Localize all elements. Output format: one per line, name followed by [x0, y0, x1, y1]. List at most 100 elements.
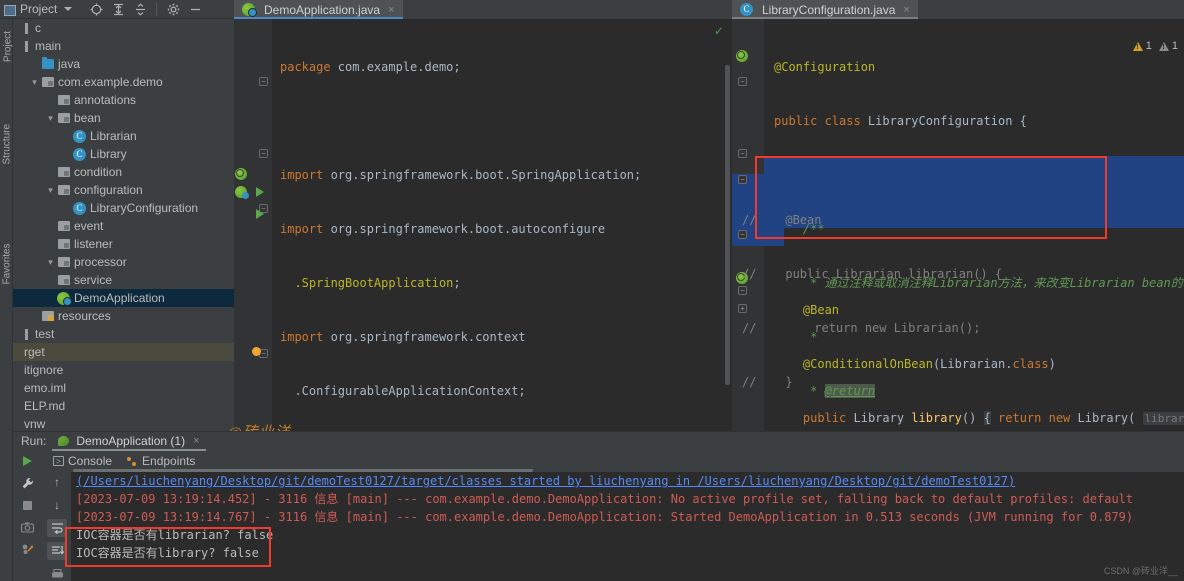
minimize-icon[interactable]: [185, 1, 205, 18]
tree-item-main[interactable]: main: [13, 37, 234, 55]
wrench-icon[interactable]: [18, 475, 36, 491]
tree-item-service[interactable]: service: [13, 271, 234, 289]
tree-item-processor[interactable]: ▾ processor: [13, 253, 234, 271]
tree-item-label: test: [35, 327, 55, 341]
package-icon: [56, 239, 71, 249]
spring-bean-gutter-icon[interactable]: [736, 50, 748, 62]
tree-item-label: Library: [90, 147, 127, 161]
tree-item-com-example-demo[interactable]: ▾ com.example.demo: [13, 73, 234, 91]
package-icon: [56, 95, 71, 105]
spring-bean-gutter-icon[interactable]: [235, 168, 247, 180]
subtab-label: Endpoints: [142, 454, 196, 468]
tree-item-java[interactable]: java: [13, 55, 234, 73]
chevron-expand-icon[interactable]: ▾: [45, 257, 56, 268]
gear-icon[interactable]: [163, 1, 183, 18]
subtab-label: Console: [68, 454, 113, 468]
project-tool-window-button[interactable]: Project: [0, 0, 78, 19]
editor-demoapplication[interactable]: − − − − ✓ package com.example.demo; impo…: [234, 19, 732, 431]
chevron-down-icon[interactable]: [64, 7, 73, 11]
spring-class-icon: [56, 291, 72, 306]
tree-item-rget[interactable]: rget: [13, 343, 234, 361]
console-line: IOC容器是否有library? false: [76, 546, 259, 560]
tree-item-emo-iml[interactable]: emo.iml: [13, 379, 234, 397]
sidebar-tab-structure[interactable]: Structure: [2, 124, 13, 165]
run-config-tab[interactable]: DemoApplication (1) ×: [52, 432, 206, 451]
fold-icon[interactable]: −: [259, 149, 268, 158]
close-icon[interactable]: ×: [903, 4, 909, 16]
endpoints-icon: [126, 456, 138, 467]
tree-item-listener[interactable]: listener: [13, 235, 234, 253]
toolbar-divider: [156, 2, 158, 16]
tree-item-condition[interactable]: condition: [13, 163, 234, 181]
tree-item-annotations[interactable]: annotations: [13, 91, 234, 109]
fold-icon[interactable]: −: [259, 77, 268, 86]
fold-icon[interactable]: −: [738, 77, 747, 86]
editor-tabbar-right: C LibraryConfiguration.java ×: [732, 0, 1184, 19]
fold-icon[interactable]: −: [738, 149, 747, 158]
console-line: (/Users/liuchenyang/Desktop/git/demoTest…: [76, 474, 1016, 488]
run-gutter-icon[interactable]: [256, 209, 264, 219]
tree-item-label: condition: [74, 165, 123, 179]
chevron-expand-icon[interactable]: ▾: [45, 113, 56, 124]
module-bar-icon: [24, 40, 32, 52]
sidebar-tab-project[interactable]: Project: [3, 27, 14, 67]
tree-item-library[interactable]: C Library: [13, 145, 234, 163]
collapse-all-icon[interactable]: [130, 1, 150, 18]
console-output[interactable]: (/Users/liuchenyang/Desktop/git/demoTest…: [71, 472, 1184, 581]
tree-item-label: vnw: [24, 417, 46, 431]
module-bar-icon: [24, 328, 32, 340]
tab-demoapplication-java[interactable]: DemoApplication.java ×: [234, 0, 403, 19]
chevron-expand-icon[interactable]: ▾: [45, 185, 56, 196]
tree-item-label: java: [58, 57, 81, 71]
run-gutter-icon[interactable]: [256, 187, 264, 197]
tree-item-test[interactable]: test: [13, 325, 234, 343]
tab-label: LibraryConfiguration.java: [762, 2, 896, 17]
thread-dump-icon[interactable]: [18, 541, 36, 557]
scroll-down-icon[interactable]: ↓: [47, 496, 67, 514]
run-subtabs: > Console Endpoints: [53, 451, 195, 471]
scroll-to-end-icon[interactable]: [47, 542, 67, 560]
module-bar-icon: [24, 22, 32, 34]
tab-libraryconfiguration-java[interactable]: C LibraryConfiguration.java ×: [732, 0, 918, 19]
close-icon[interactable]: ×: [388, 4, 394, 16]
ide-window: Project Project Structure Favorites c ma…: [0, 0, 1184, 581]
tree-item-label: processor: [74, 255, 127, 269]
code-content-left: package com.example.demo; import org.spr…: [280, 60, 642, 398]
intention-bulb-icon[interactable]: [252, 347, 261, 356]
camera-icon[interactable]: [18, 519, 36, 535]
editor-libraryconfiguration[interactable]: − − − − − + 1 1 @Configuration public cl…: [732, 19, 1184, 431]
chevron-expand-icon[interactable]: ▾: [29, 77, 40, 88]
sidebar-tab-favorites[interactable]: Favorites: [2, 243, 13, 284]
rerun-icon[interactable]: [18, 453, 36, 469]
run-side-toolbar: [13, 451, 41, 581]
spring-bean-db-gutter-icon[interactable]: [235, 186, 249, 199]
tree-item-libraryconfiguration[interactable]: C LibraryConfiguration: [13, 199, 234, 217]
tree-item-librarian[interactable]: C Librarian: [13, 127, 234, 145]
class-icon: C: [72, 201, 87, 215]
tree-item-demoapplication[interactable]: DemoApplication: [13, 289, 234, 307]
project-tree[interactable]: c main java ▾ com.example.demo annotations ▾ be…: [13, 19, 234, 431]
expand-all-icon[interactable]: [108, 1, 128, 18]
soft-wrap-icon[interactable]: [47, 519, 67, 537]
scroll-up-icon[interactable]: ↑: [47, 473, 67, 491]
tree-item-resources[interactable]: resources: [13, 307, 234, 325]
tree-item-event[interactable]: event: [13, 217, 234, 235]
tree-item-c[interactable]: c: [13, 19, 234, 37]
tree-item-label: listener: [74, 237, 113, 251]
tree-item-elp-md[interactable]: ELP.md: [13, 397, 234, 415]
close-icon[interactable]: ×: [193, 435, 199, 447]
subtab-endpoints[interactable]: Endpoints: [126, 454, 195, 468]
tree-item-label: annotations: [74, 93, 137, 107]
tree-item-itignore[interactable]: itignore: [13, 361, 234, 379]
tree-item-bean[interactable]: ▾ bean: [13, 109, 234, 127]
subtab-console[interactable]: > Console: [53, 454, 112, 468]
tree-item-vnw[interactable]: vnw: [13, 415, 234, 431]
package-icon: [40, 77, 55, 87]
tree-item-label: itignore: [24, 363, 64, 377]
stop-icon[interactable]: [18, 497, 36, 513]
package-icon: [56, 113, 71, 123]
print-icon[interactable]: [47, 565, 67, 581]
locate-icon[interactable]: [86, 1, 106, 18]
package-icon: [56, 185, 71, 195]
tree-item-configuration[interactable]: ▾ configuration: [13, 181, 234, 199]
